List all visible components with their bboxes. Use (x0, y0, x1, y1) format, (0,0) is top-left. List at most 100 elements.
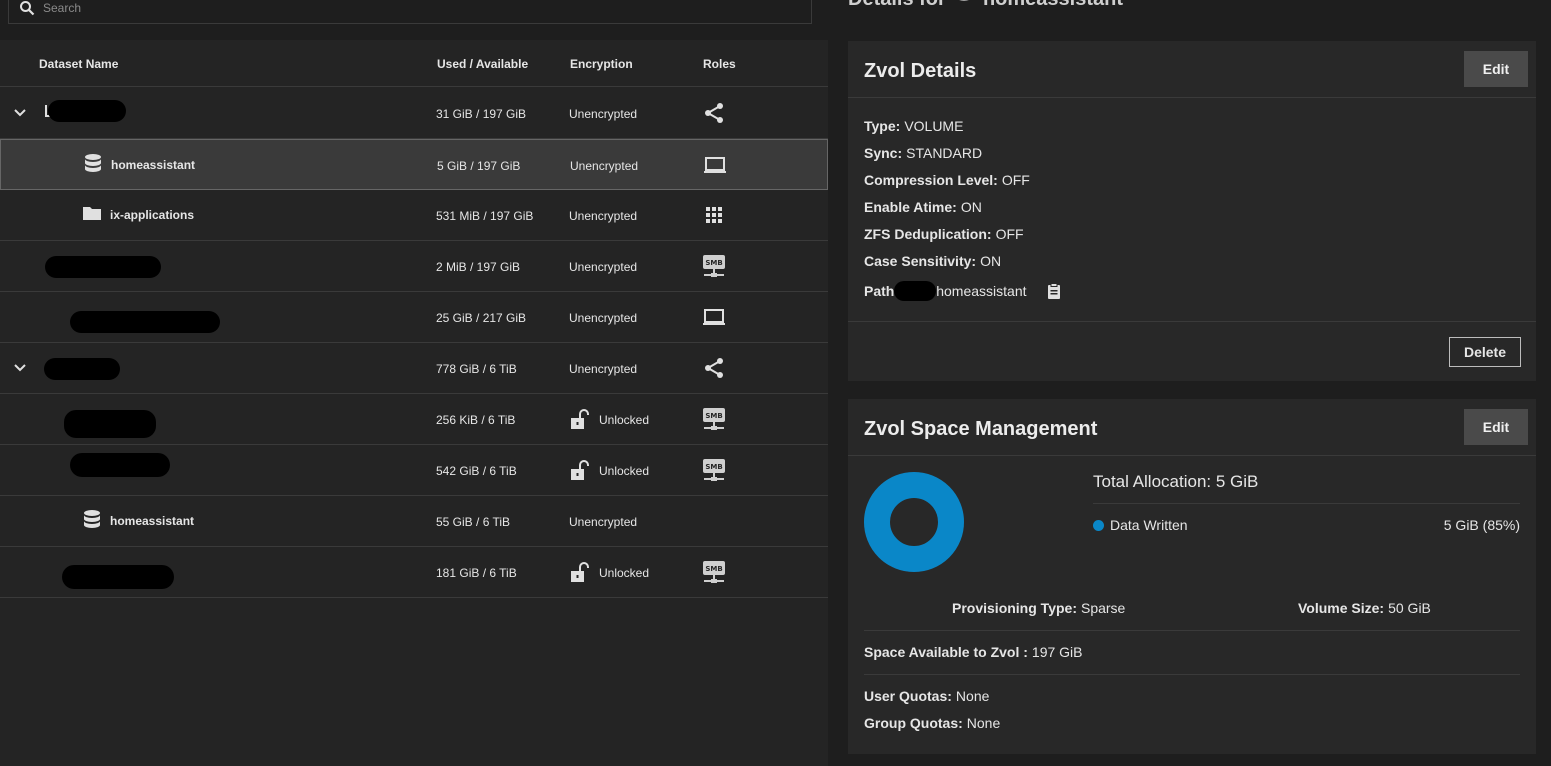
table-row[interactable]: 542 GiB / 6 TiB Unlocked SMB (0, 445, 828, 496)
table-row[interactable]: 31 GiB / 197 GiB Unencrypted (0, 88, 828, 139)
group-quotas-field: Group Quotas: None (864, 715, 1001, 731)
allocation-donut-chart (864, 472, 964, 572)
table-row[interactable]: 256 KiB / 6 TiB Unlocked SMB (0, 394, 828, 445)
redacted-name (70, 311, 220, 333)
space-available-field: Space Available to Zvol :197 GiB (864, 644, 1083, 660)
database-icon (959, 0, 970, 1)
details-pane: Details for homeassistant Zvol Details E… (828, 0, 1551, 766)
svg-text:SMB: SMB (705, 565, 722, 573)
encryption-status: Unencrypted (569, 311, 638, 325)
used-available: 5 GiB / 197 GiB (437, 159, 521, 173)
header-encryption[interactable]: Encryption (570, 57, 633, 71)
redacted-name (44, 358, 120, 380)
used-available: 31 GiB / 197 GiB (436, 107, 527, 121)
redacted-name (64, 410, 156, 438)
encryption-status: Unencrypted (570, 159, 639, 173)
search-input[interactable] (43, 1, 743, 15)
zvol-space-card: Zvol Space Management Edit Total Allocat… (848, 399, 1536, 754)
clipboard-icon[interactable] (1046, 283, 1062, 299)
laptop-icon (704, 157, 726, 173)
divider (848, 97, 1536, 98)
delete-button[interactable]: Delete (1449, 337, 1521, 367)
redacted-path (894, 281, 937, 301)
atime-field: Enable Atime: ON (864, 199, 982, 215)
redacted-name (45, 256, 161, 278)
divider (848, 455, 1536, 456)
donut-data-written-arc (864, 472, 964, 572)
edit-button[interactable]: Edit (1464, 409, 1528, 445)
unlocked-icon (571, 409, 589, 429)
edit-button[interactable]: Edit (1464, 51, 1528, 87)
divider (1093, 503, 1520, 504)
volume-size-field: Volume Size: 50 GiB (1298, 600, 1431, 616)
table-row[interactable]: homeassistant 5 GiB / 197 GiB Unencrypte… (0, 139, 828, 190)
smb-icon: SMB (703, 561, 725, 583)
search-box[interactable] (8, 0, 812, 24)
sync-field: Sync: STANDARD (864, 145, 983, 161)
used-available: 542 GiB / 6 TiB (436, 464, 517, 478)
chevron-down-icon[interactable] (12, 105, 28, 121)
chevron-down-icon[interactable] (12, 360, 28, 376)
header-roles[interactable]: Roles (703, 57, 736, 71)
svg-text:SMB: SMB (705, 412, 722, 420)
used-available: 25 GiB / 217 GiB (436, 311, 527, 325)
dataset-rows: 31 GiB / 197 GiB Unencrypted homeassista… (0, 88, 828, 598)
encryption-status: Unencrypted (569, 362, 638, 376)
total-allocation: Total Allocation: 5 GiB (1093, 472, 1259, 491)
smb-icon: SMB (703, 255, 725, 277)
table-header: Dataset Name Used / Available Encryption… (0, 40, 828, 87)
case-sensitivity-field: Case Sensitivity: ON (864, 253, 1002, 269)
share-icon (705, 103, 723, 123)
encryption-status: Unencrypted (569, 209, 638, 223)
table-row[interactable]: 181 GiB / 6 TiB Unlocked SMB (0, 547, 828, 598)
table-row[interactable]: homeassistant 55 GiB / 6 TiB Unencrypted (0, 496, 828, 547)
legend-value: 5 GiB (85%) (1443, 517, 1520, 533)
unlocked-icon (571, 562, 589, 582)
card-title: Zvol Space Management (864, 418, 1098, 440)
svg-text:SMB: SMB (705, 259, 722, 267)
encryption-status: Unlocked (599, 566, 650, 580)
share-icon (705, 358, 723, 378)
type-field: Type: VOLUME (864, 118, 964, 134)
encryption-status: Unencrypted (569, 107, 638, 121)
redacted-name (70, 453, 170, 477)
dedup-field: ZFS Deduplication: OFF (864, 226, 1024, 242)
used-available: 2 MiB / 197 GiB (436, 260, 521, 274)
used-available: 55 GiB / 6 TiB (436, 515, 511, 529)
header-used-available[interactable]: Used / Available (437, 57, 528, 71)
folder-icon (83, 207, 101, 220)
divider (864, 630, 1520, 631)
dataset-name: ix-applications (110, 208, 195, 222)
used-available: 181 GiB / 6 TiB (436, 566, 517, 580)
header-dataset-name[interactable]: Dataset Name (39, 57, 118, 71)
unlocked-icon (571, 460, 589, 480)
smb-icon: SMB (703, 459, 725, 481)
zvol-details-card: Zvol Details Edit Type: VOLUME Sync: STAND… (848, 41, 1536, 381)
path-label: Path (864, 283, 895, 299)
dataset-name: homeassistant (111, 158, 196, 172)
legend-data-written: Data Written (1093, 517, 1188, 533)
dataset-name: homeassistant (110, 514, 195, 528)
encryption-status: Unlocked (599, 413, 650, 427)
card-title: Zvol Details (864, 60, 977, 82)
table-row[interactable]: ix-applications 531 MiB / 197 GiB Unencr… (0, 190, 828, 241)
path-value: homeassistant (936, 283, 1027, 299)
encryption-status: Unencrypted (569, 515, 638, 529)
table-row[interactable]: 778 GiB / 6 TiB Unencrypted (0, 343, 828, 394)
laptop-icon (703, 309, 725, 325)
smb-icon: SMB (703, 408, 725, 430)
used-available: 778 GiB / 6 TiB (436, 362, 517, 376)
divider (848, 321, 1536, 322)
used-available: 531 MiB / 197 GiB (436, 209, 534, 223)
legend-dot (1093, 520, 1104, 531)
redacted-name (62, 565, 174, 589)
search-icon (20, 1, 35, 16)
details-heading: Details for homeassistant (848, 0, 1123, 11)
details-heading-name: homeassistant (983, 0, 1123, 10)
table-row[interactable]: 25 GiB / 217 GiB Unencrypted (0, 292, 828, 343)
apps-grid-icon (706, 207, 722, 223)
provisioning-type-field: Provisioning Type: Sparse (952, 600, 1126, 616)
database-icon (85, 154, 101, 172)
table-row[interactable]: 2 MiB / 197 GiB Unencrypted SMB (0, 241, 828, 292)
encryption-status: Unencrypted (569, 260, 638, 274)
